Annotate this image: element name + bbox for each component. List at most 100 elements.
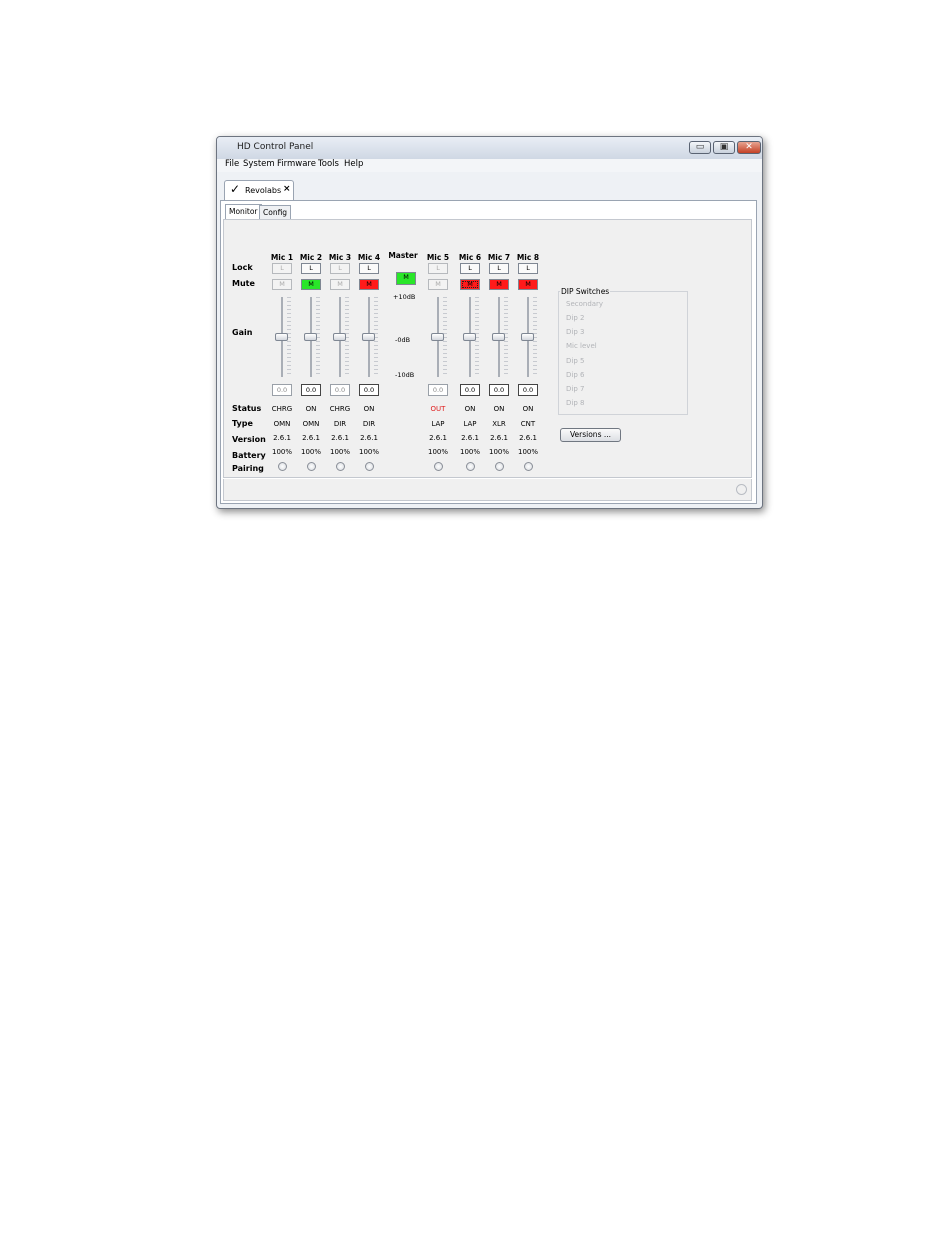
mic-5-mute-button[interactable]: M bbox=[428, 279, 448, 290]
mic-2-slider-thumb[interactable] bbox=[304, 333, 317, 341]
mic-2-pairing-radio[interactable] bbox=[307, 462, 316, 471]
mic-1-gain-value[interactable]: 0.0 bbox=[272, 384, 292, 396]
mic-7-gain-value[interactable]: 0.0 bbox=[489, 384, 509, 396]
check-icon: ✓ bbox=[230, 182, 241, 196]
scale-top-label: +10dB bbox=[393, 293, 416, 301]
mic-2-mute-button[interactable]: M bbox=[301, 279, 321, 290]
mic-7-name: Mic 7 bbox=[487, 253, 511, 262]
dip-item-5: Dip 5 bbox=[566, 357, 585, 365]
mic-8-slider-thumb[interactable] bbox=[521, 333, 534, 341]
mic-5-lock-button[interactable]: L bbox=[428, 263, 448, 274]
mic-5-status: OUT bbox=[430, 405, 446, 413]
mic-1-mute-button[interactable]: M bbox=[272, 279, 292, 290]
dip-switches-group bbox=[558, 291, 688, 415]
row-label-gain: Gain bbox=[232, 328, 253, 337]
doc-tab-revolabs[interactable]: ✓ Revolabs × bbox=[224, 180, 294, 201]
mic-3-slider-thumb[interactable] bbox=[333, 333, 346, 341]
close-button[interactable]: ✕ bbox=[737, 141, 761, 154]
dip-item-6: Dip 6 bbox=[566, 371, 585, 379]
row-label-type: Type bbox=[232, 419, 253, 428]
busy-indicator-icon bbox=[736, 484, 747, 495]
mic-3-lock-button[interactable]: L bbox=[330, 263, 350, 274]
menu-file[interactable]: File bbox=[225, 159, 239, 169]
menu-help[interactable]: Help bbox=[344, 159, 363, 169]
mic-1-pairing-radio[interactable] bbox=[278, 462, 287, 471]
mic-6-pairing-radio[interactable] bbox=[466, 462, 475, 471]
mic-7-slider-thumb[interactable] bbox=[492, 333, 505, 341]
menu-firmware[interactable]: Firmware bbox=[277, 159, 316, 169]
mic-1-name: Mic 1 bbox=[270, 253, 294, 262]
mic-7-pairing-radio[interactable] bbox=[495, 462, 504, 471]
mic-2-lock-button[interactable]: L bbox=[301, 263, 321, 274]
menu-tools[interactable]: Tools bbox=[318, 159, 339, 169]
mic-7-mute-button[interactable]: M bbox=[489, 279, 509, 290]
mic-4-name: Mic 4 bbox=[357, 253, 381, 262]
mic-1-version: 2.6.1 bbox=[273, 434, 291, 442]
tab-monitor[interactable]: Monitor bbox=[225, 204, 262, 219]
mic-8-mute-button[interactable]: M bbox=[518, 279, 538, 290]
mic-1-status: CHRG bbox=[271, 405, 293, 413]
mic-6-status: ON bbox=[464, 405, 476, 413]
mic-6-name: Mic 6 bbox=[458, 253, 482, 262]
mic-6-type: LAP bbox=[463, 420, 477, 428]
master-label: Master bbox=[388, 251, 418, 260]
mic-7-battery: 100% bbox=[488, 448, 509, 456]
mic-2-gain-value[interactable]: 0.0 bbox=[301, 384, 321, 396]
mic-8-pairing-radio[interactable] bbox=[524, 462, 533, 471]
mic-6-battery: 100% bbox=[459, 448, 480, 456]
mic-5-type: LAP bbox=[431, 420, 445, 428]
mic-5-pairing-radio[interactable] bbox=[434, 462, 443, 471]
mic-1-lock-button[interactable]: L bbox=[272, 263, 292, 274]
mic-4-gain-value[interactable]: 0.0 bbox=[359, 384, 379, 396]
close-tab-icon[interactable]: × bbox=[283, 184, 291, 194]
mic-1-battery: 100% bbox=[271, 448, 292, 456]
mic-5-name: Mic 5 bbox=[426, 253, 450, 262]
mic-3-version: 2.6.1 bbox=[331, 434, 349, 442]
row-label-pairing: Pairing bbox=[232, 464, 264, 473]
menu-system[interactable]: System bbox=[243, 159, 275, 169]
mic-6-gain-value[interactable]: 0.0 bbox=[460, 384, 480, 396]
dip-item-2: Dip 2 bbox=[566, 314, 585, 322]
mic-3-mute-button[interactable]: M bbox=[330, 279, 350, 290]
mic-2-type: OMN bbox=[302, 420, 320, 428]
mic-5-gain-value[interactable]: 0.0 bbox=[428, 384, 448, 396]
mic-3-gain-value[interactable]: 0.0 bbox=[330, 384, 350, 396]
mic-8-gain-value[interactable]: 0.0 bbox=[518, 384, 538, 396]
master-mute-button[interactable]: M bbox=[396, 272, 416, 285]
window-title: HD Control Panel bbox=[237, 142, 314, 152]
mic-8-lock-button[interactable]: L bbox=[518, 263, 538, 274]
row-label-status: Status bbox=[232, 404, 262, 413]
mic-5-version: 2.6.1 bbox=[429, 434, 447, 442]
mic-4-mute-button[interactable]: M bbox=[359, 279, 379, 290]
minimize-button[interactable]: ▭ bbox=[689, 141, 711, 154]
mic-3-battery: 100% bbox=[329, 448, 350, 456]
mic-6-lock-button[interactable]: L bbox=[460, 263, 480, 274]
mic-6-slider-thumb[interactable] bbox=[463, 333, 476, 341]
mic-4-slider-thumb[interactable] bbox=[362, 333, 375, 341]
dip-item-8: Dip 8 bbox=[566, 399, 585, 407]
mic-5-slider-thumb[interactable] bbox=[431, 333, 444, 341]
scale-bottom-label: -10dB bbox=[395, 371, 415, 379]
mic-8-battery: 100% bbox=[517, 448, 538, 456]
mic-3-pairing-radio[interactable] bbox=[336, 462, 345, 471]
mic-7-lock-button[interactable]: L bbox=[489, 263, 509, 274]
dip-switches-title: DIP Switches bbox=[560, 287, 611, 296]
versions-button[interactable]: Versions ... bbox=[560, 428, 621, 442]
mic-1-slider-thumb[interactable] bbox=[275, 333, 288, 341]
maximize-button[interactable]: ▣ bbox=[713, 141, 735, 154]
mic-2-status: ON bbox=[305, 405, 317, 413]
dip-item-mic-level: Mic level bbox=[566, 342, 597, 350]
mic-6-mute-button[interactable]: M bbox=[460, 279, 480, 290]
tab-config[interactable]: Config bbox=[259, 205, 292, 219]
title-bar[interactable]: HD Control Panel ▭ ▣ ✕ bbox=[217, 137, 762, 159]
dip-item-7: Dip 7 bbox=[566, 385, 585, 393]
mic-4-lock-button[interactable]: L bbox=[359, 263, 379, 274]
mic-1-type: OMN bbox=[273, 420, 291, 428]
mic-4-battery: 100% bbox=[358, 448, 379, 456]
mic-4-pairing-radio[interactable] bbox=[365, 462, 374, 471]
mic-8-status: ON bbox=[522, 405, 534, 413]
row-label-version: Version bbox=[232, 435, 266, 444]
mic-8-type: CNT bbox=[520, 420, 536, 428]
mic-3-name: Mic 3 bbox=[328, 253, 352, 262]
dip-item-3: Dip 3 bbox=[566, 328, 585, 336]
